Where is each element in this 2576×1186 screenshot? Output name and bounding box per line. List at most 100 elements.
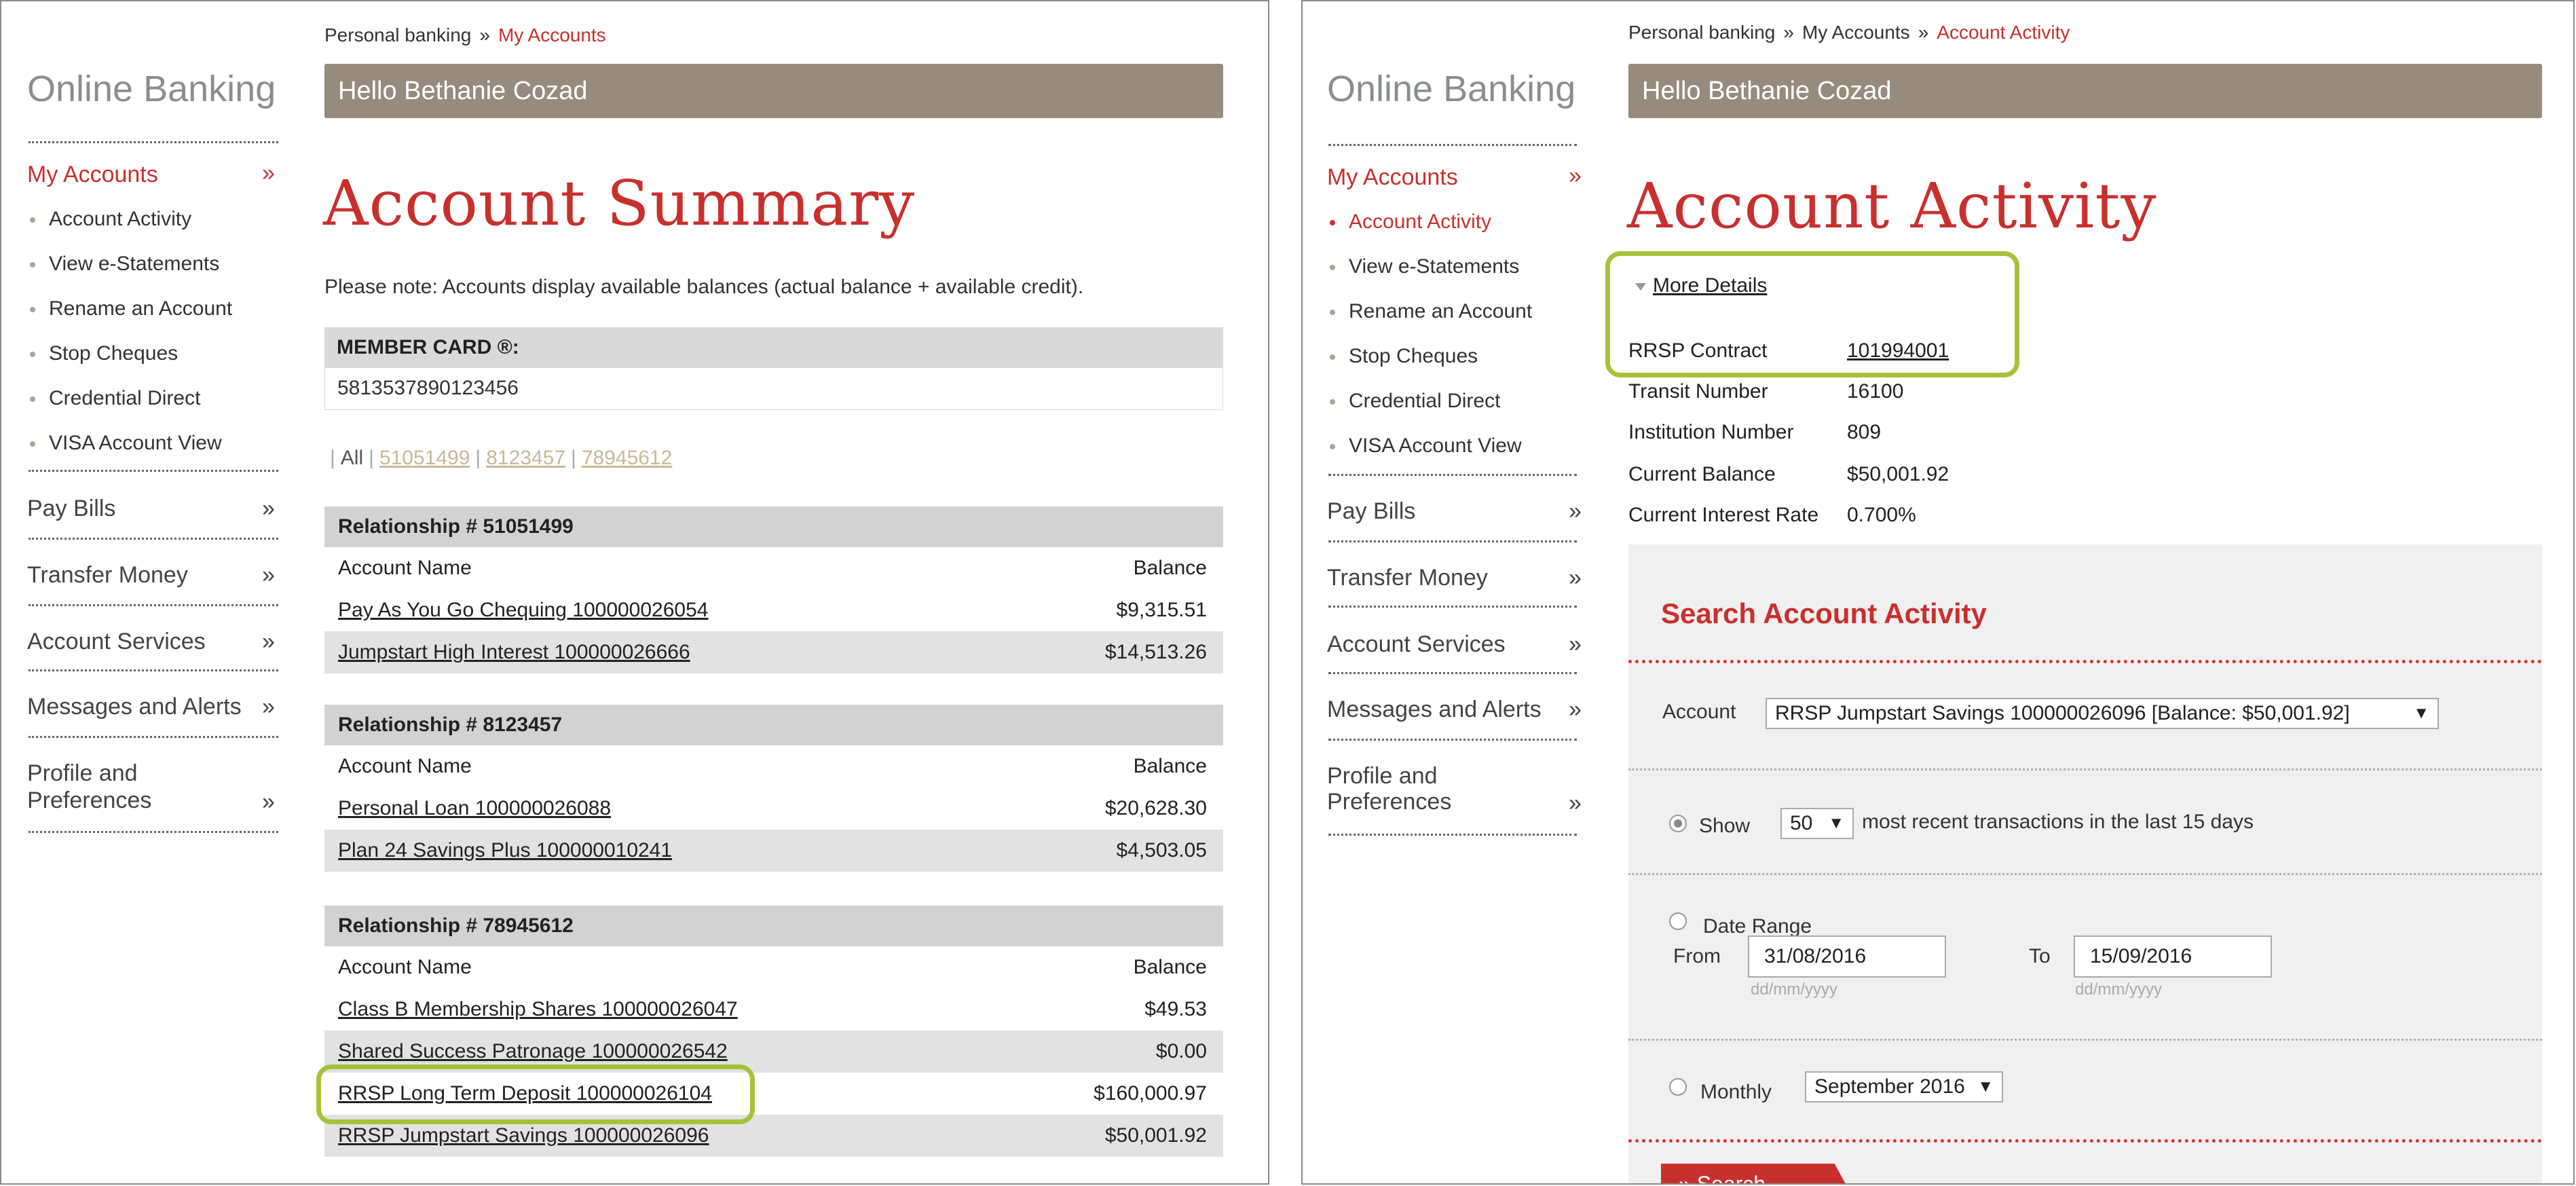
show-label: Show <box>1699 815 1751 837</box>
account-balance: $4,503.05 <box>1116 839 1207 861</box>
account-link[interactable]: Plan 24 Savings Plus 100000010241 <box>338 839 672 862</box>
to-date-hint: dd/mm/yyyy <box>2075 980 2163 999</box>
divider <box>1328 606 1577 608</box>
sidebar-item-credential-direct[interactable]: Credential Direct <box>30 387 200 410</box>
sidebar-item-account-activity[interactable]: Account Activity <box>30 208 191 231</box>
page-title: Account Activity <box>1627 170 2157 242</box>
sidebar-item-pay-bills[interactable]: Pay Bills <box>1327 498 1415 525</box>
sidebar-item-visa-account-view[interactable]: VISA Account View <box>1330 434 1522 458</box>
monthly-label: Monthly <box>1700 1081 1772 1103</box>
table-row: Personal Loan 100000026088 $20,628.30 <box>324 787 1223 830</box>
sidebar-item-messages-and-alerts[interactable]: Messages and Alerts <box>1327 697 1542 723</box>
filter-link-78945612[interactable]: 78945612 <box>582 447 672 469</box>
account-link[interactable]: RRSP Jumpstart Savings 100000026096 <box>338 1124 709 1147</box>
table-row: Class B Membership Shares 100000026047 $4… <box>324 988 1223 1031</box>
account-balance: $9,315.51 <box>1116 599 1207 621</box>
sidebar-item-profile-line1[interactable]: Profile and <box>1327 763 1438 790</box>
sidebar-item-profile-line2[interactable]: Preferences <box>1327 789 1451 815</box>
filter-link-51051499[interactable]: 51051499 <box>379 447 470 469</box>
date-range-radio[interactable] <box>1669 912 1687 930</box>
sidebar-item-view-e-statements[interactable]: View e-Statements <box>1330 255 1519 278</box>
breadcrumb: Personal banking» My Accounts» Account Act… <box>1628 22 2070 43</box>
sidebar-item-my-accounts[interactable]: My Accounts <box>27 162 158 188</box>
sidebar-item-rename-account[interactable]: Rename an Account <box>30 297 232 320</box>
from-date-input[interactable]: 31/08/2016 <box>1748 935 1946 978</box>
detail-label: Current Interest Rate <box>1628 504 1819 526</box>
divider <box>1328 144 1577 146</box>
from-date-hint: dd/mm/yyyy <box>1751 980 1838 999</box>
sidebar-item-stop-cheques[interactable]: Stop Cheques <box>30 342 178 365</box>
dropdown-arrow-icon: ▼ <box>2413 704 2429 722</box>
show-count-select[interactable]: 50 ▼ <box>1780 808 1854 839</box>
chevron-right-icon: » <box>1569 631 1582 657</box>
divider <box>1328 739 1577 741</box>
sidebar-item-rename-account[interactable]: Rename an Account <box>1330 300 1532 323</box>
chevron-right-icon: » <box>262 496 275 521</box>
divider <box>29 604 278 606</box>
table-row: Plan 24 Savings Plus 100000010241 $4,503.… <box>324 830 1223 872</box>
divider <box>29 831 278 833</box>
divider <box>1328 672 1577 674</box>
sidebar-item-my-accounts[interactable]: My Accounts <box>1327 164 1458 191</box>
search-button[interactable]: » Search <box>1661 1164 1846 1183</box>
relationship-header: Relationship # 8123457 <box>324 705 1223 745</box>
sidebar-item-credential-direct[interactable]: Credential Direct <box>1330 390 1500 413</box>
breadcrumb-my-accounts[interactable]: My Accounts <box>1802 22 1910 43</box>
breadcrumb-personal-banking[interactable]: Personal banking <box>324 24 471 45</box>
sidebar-item-transfer-money[interactable]: Transfer Money <box>27 562 188 589</box>
filter-link-8123457[interactable]: 8123457 <box>486 447 565 469</box>
highlight-outline <box>316 1064 755 1124</box>
account-activity-panel: Online Banking My Accounts » Account Act… <box>1301 0 2575 1185</box>
online-banking-title: Online Banking <box>1327 69 1576 109</box>
account-link[interactable]: Pay As You Go Chequing 100000026054 <box>338 599 708 622</box>
sidebar-item-account-services[interactable]: Account Services <box>27 629 206 655</box>
from-label: From <box>1673 945 1721 967</box>
greeting-bar: Hello Bethanie Cozad <box>324 64 1223 118</box>
chevron-right-icon: » <box>262 694 275 720</box>
month-select[interactable]: September 2016 ▼ <box>1805 1071 2003 1102</box>
account-label: Account <box>1662 701 1736 723</box>
account-balance: $14,513.26 <box>1104 641 1207 663</box>
detail-label: Transit Number <box>1628 380 1768 403</box>
sidebar-item-transfer-money[interactable]: Transfer Money <box>1327 565 1488 591</box>
column-header-account-name: Account Name <box>338 956 472 978</box>
show-recent-radio[interactable] <box>1669 815 1687 832</box>
chevron-right-icon: » <box>1569 697 1582 722</box>
breadcrumb-personal-banking[interactable]: Personal banking <box>1628 22 1775 43</box>
account-link[interactable]: Jumpstart High Interest 100000026666 <box>338 641 690 664</box>
balance-note: Please note: Accounts display available … <box>324 276 1084 298</box>
member-card-label: MEMBER CARD ®: <box>324 327 1223 368</box>
table-header-row: Account Name Balance <box>324 946 1223 988</box>
chevron-right-icon: » <box>262 629 275 654</box>
divider <box>1628 660 2542 663</box>
divider <box>29 538 278 540</box>
detail-label: Current Balance <box>1628 463 1776 485</box>
to-date-input[interactable]: 15/09/2016 <box>2074 935 2272 978</box>
sidebar-item-profile-line1[interactable]: Profile and <box>27 760 138 787</box>
account-balance: $49.53 <box>1144 998 1207 1020</box>
sidebar-item-pay-bills[interactable]: Pay Bills <box>27 496 115 522</box>
account-link[interactable]: Class B Membership Shares 100000026047 <box>338 998 738 1021</box>
sidebar-item-messages-and-alerts[interactable]: Messages and Alerts <box>27 694 242 720</box>
sidebar-item-visa-account-view[interactable]: VISA Account View <box>30 432 222 455</box>
greeting-bar: Hello Bethanie Cozad <box>1628 64 2542 118</box>
account-link[interactable]: Personal Loan 100000026088 <box>338 797 611 820</box>
search-section-title: Search Account Activity <box>1661 597 1987 629</box>
divider <box>1628 873 2542 875</box>
filter-all[interactable]: All <box>341 447 363 469</box>
detail-label: Institution Number <box>1628 421 1794 443</box>
sidebar-item-profile-line2[interactable]: Preferences <box>27 787 151 814</box>
account-link[interactable]: Shared Success Patronage 100000026542 <box>338 1040 728 1063</box>
table-header-row: Account Name Balance <box>324 547 1223 589</box>
highlight-outline <box>1605 251 2019 377</box>
account-select[interactable]: RRSP Jumpstart Savings 100000026096 [Bal… <box>1766 698 2439 729</box>
sidebar-item-account-activity[interactable]: Account Activity <box>1330 210 1491 234</box>
sidebar-item-account-services[interactable]: Account Services <box>1327 631 1506 658</box>
divider <box>1628 768 2542 771</box>
sidebar-item-view-e-statements[interactable]: View e-Statements <box>30 253 219 276</box>
chevron-right-icon: » <box>1569 565 1582 591</box>
detail-value: 0.700% <box>1847 504 1916 526</box>
monthly-radio[interactable] <box>1669 1078 1687 1096</box>
sidebar-item-stop-cheques[interactable]: Stop Cheques <box>1330 345 1478 368</box>
breadcrumb-my-accounts: My Accounts <box>498 24 606 45</box>
